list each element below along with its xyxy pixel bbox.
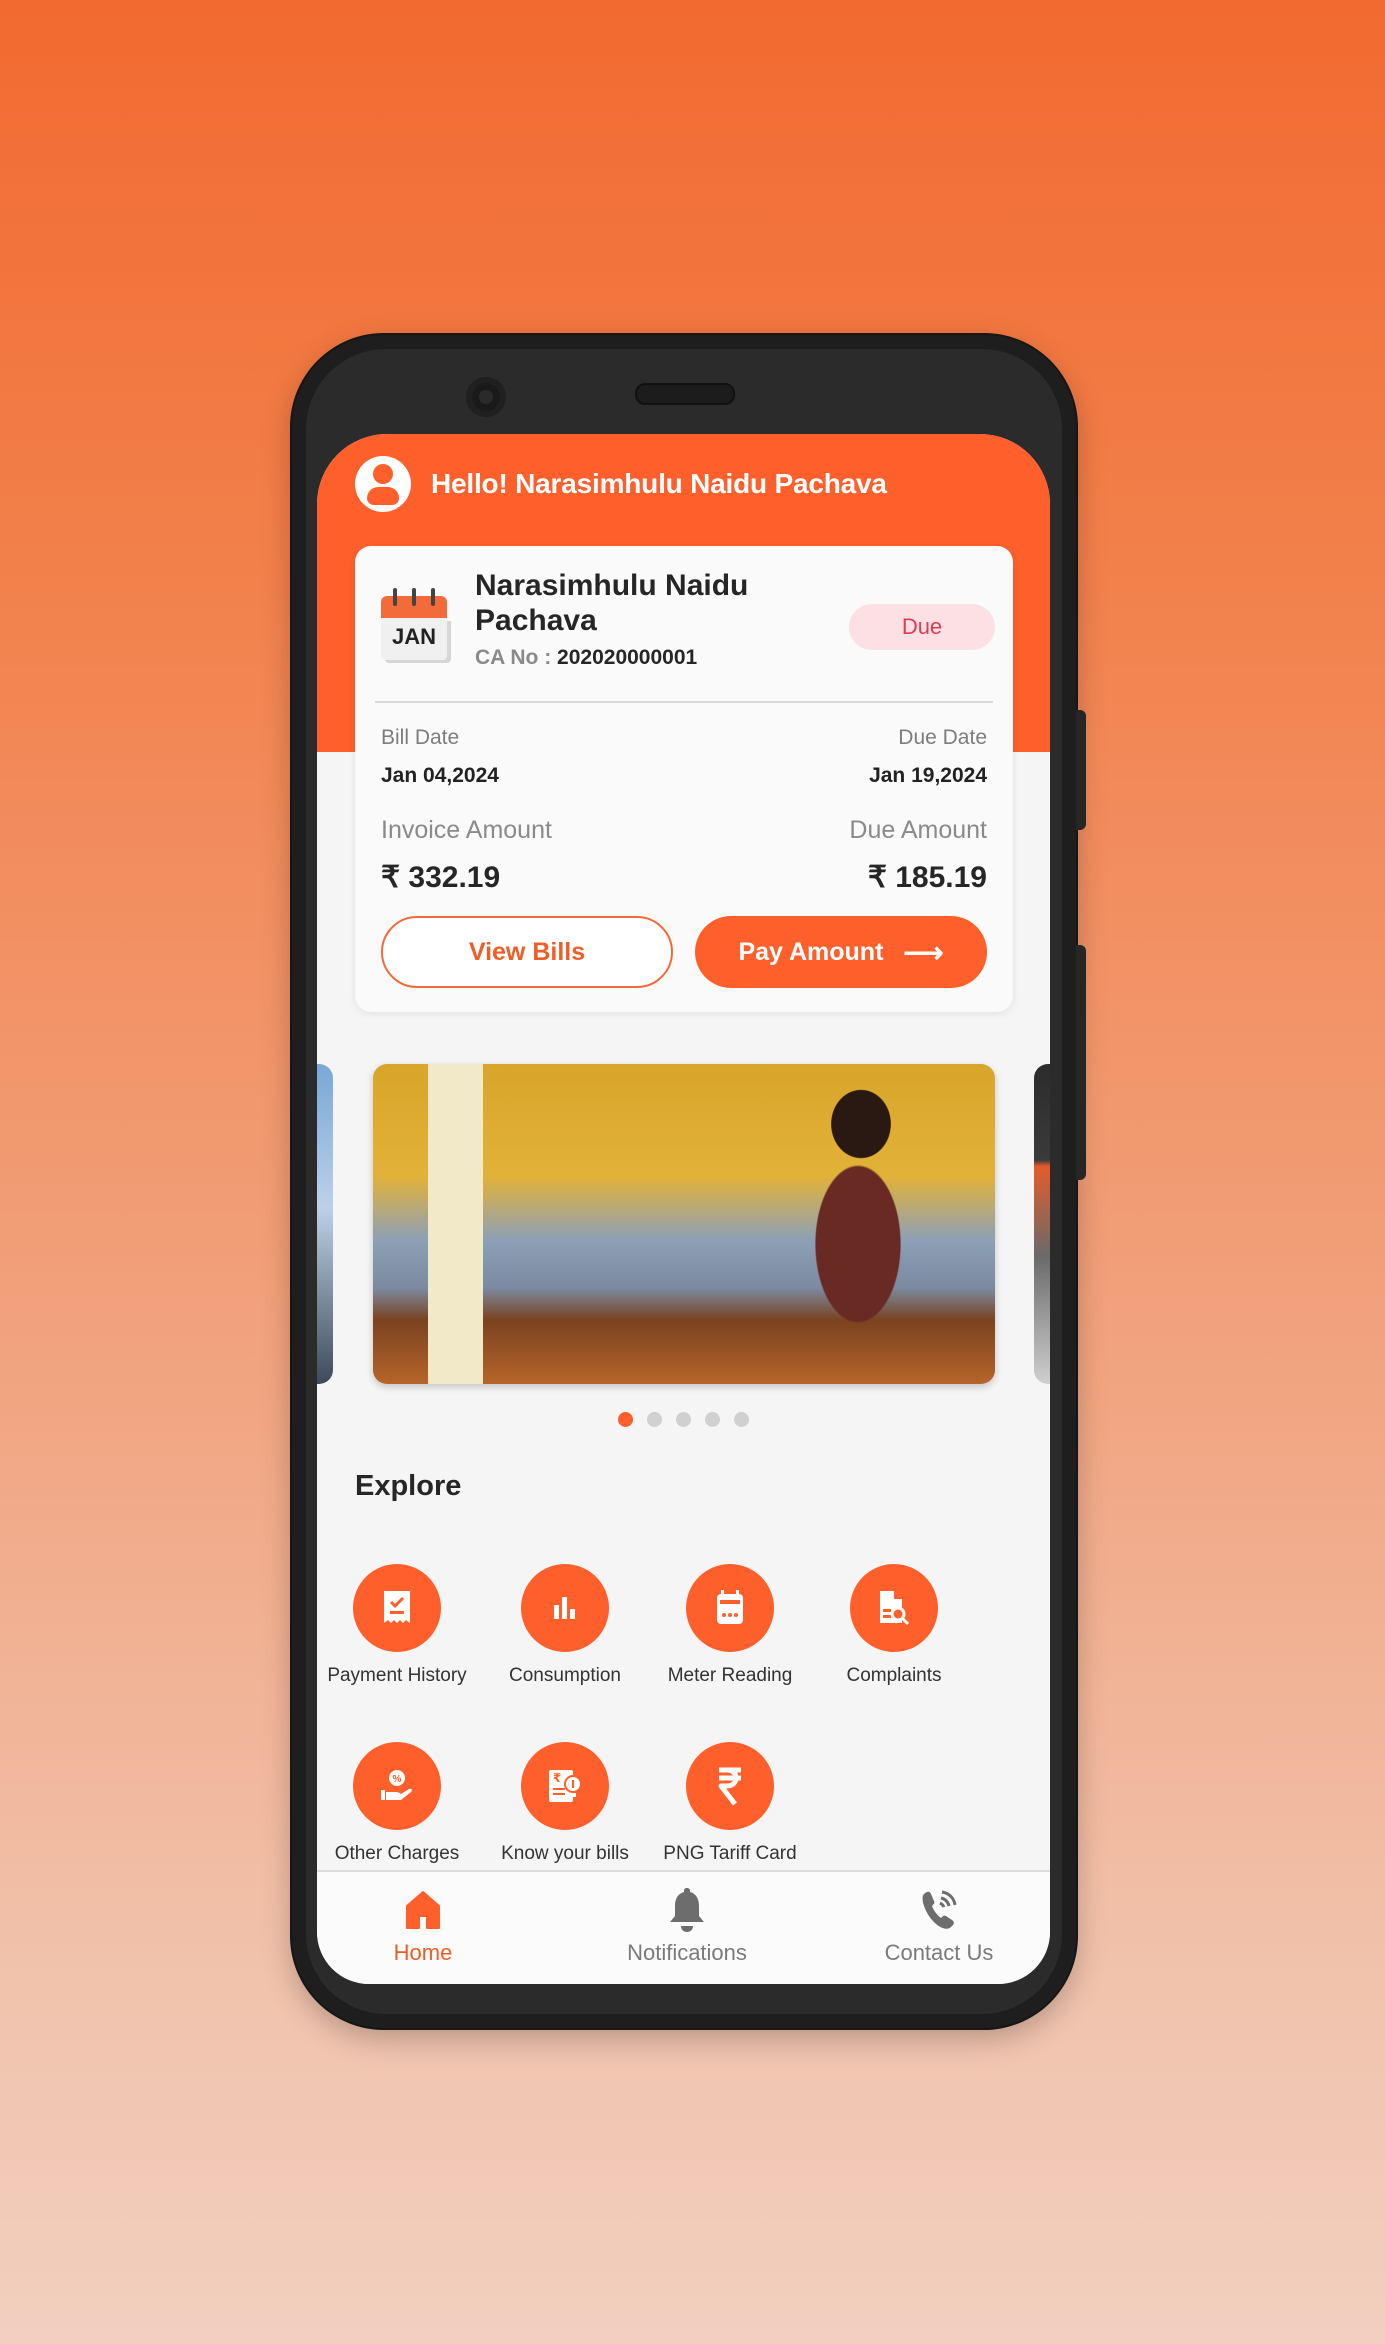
view-bills-button[interactable]: View Bills	[381, 916, 673, 988]
explore-item-complaints[interactable]: Complaints	[812, 1564, 976, 1687]
invoice-amount-label: Invoice Amount	[381, 816, 552, 844]
bill-date-value: Jan 04,2024	[381, 764, 499, 787]
bill-summary-card: JAN Narasimhulu Naidu Pachava CA No : 20…	[355, 546, 1013, 1012]
explore-item-consumption[interactable]: Consumption	[483, 1564, 647, 1687]
due-amount-value: ₹ 185.19	[867, 861, 987, 894]
nav-contact-us[interactable]: Contact Us	[839, 1884, 1039, 1966]
due-date-label: Due Date	[898, 726, 987, 749]
bottom-navigation: Home Notifications Contact Us	[317, 1870, 1050, 1984]
phone-call-icon	[839, 1884, 1039, 1936]
promo-carousel[interactable]	[317, 1064, 1050, 1384]
nav-notifications[interactable]: Notifications	[587, 1884, 787, 1966]
nav-home[interactable]: Home	[323, 1884, 523, 1966]
view-bills-label: View Bills	[468, 937, 586, 966]
greeting-text: Hello! Narasimhulu Naidu Pachava	[431, 468, 887, 499]
carousel-dot[interactable]	[618, 1412, 633, 1427]
ca-number: 202020000001	[557, 646, 698, 669]
explore-heading: Explore	[355, 1470, 462, 1502]
meter-icon	[686, 1564, 774, 1652]
carousel-dot[interactable]	[676, 1412, 691, 1427]
app-screen: Hello! Narasimhulu Naidu Pachava JAN Nar…	[317, 434, 1050, 1984]
carousel-dot[interactable]	[705, 1412, 720, 1427]
explore-item-payment-history[interactable]: Payment History	[317, 1564, 479, 1687]
earpiece-speaker	[635, 383, 735, 405]
carousel-slide-previous[interactable]	[317, 1064, 333, 1384]
pay-amount-button[interactable]: Pay Amount ⟶	[695, 916, 987, 988]
carousel-dot[interactable]	[647, 1412, 662, 1427]
explore-item-label: Know your bills	[501, 1843, 629, 1864]
front-camera	[466, 377, 506, 417]
customer-name: Narasimhulu Naidu Pachava	[475, 569, 749, 637]
greeting-bar: Hello! Narasimhulu Naidu Pachava	[355, 454, 887, 514]
invoice-amount-value: ₹ 332.19	[381, 861, 501, 894]
due-date-value: Jan 19,2024	[869, 764, 987, 787]
explore-item-label: Consumption	[509, 1665, 621, 1686]
carousel-slide-next[interactable]	[1034, 1064, 1050, 1384]
pay-amount-label: Pay Amount	[738, 937, 884, 966]
nav-label: Notifications	[627, 1940, 747, 1965]
hand-percent-icon: %	[353, 1742, 441, 1830]
nav-label: Contact Us	[884, 1940, 994, 1965]
bill-bulb-icon: ₹	[521, 1742, 609, 1830]
power-button	[1076, 710, 1086, 830]
bill-date-label: Bill Date	[381, 726, 460, 749]
calendar-icon: JAN	[381, 588, 453, 662]
explore-item-know-your-bills[interactable]: ₹ Know your bills	[483, 1742, 647, 1865]
explore-item-label: Complaints	[846, 1665, 942, 1686]
receipt-check-icon	[353, 1564, 441, 1652]
explore-item-label: Payment History	[327, 1665, 467, 1686]
status-badge: Due	[849, 604, 995, 650]
explore-item-other-charges[interactable]: % Other Charges	[317, 1742, 479, 1865]
calendar-month: JAN	[391, 624, 436, 649]
carousel-indicator	[317, 1412, 1050, 1427]
ca-label: CA No :	[475, 646, 558, 669]
bell-icon	[587, 1884, 787, 1936]
svg-text:%: %	[393, 1774, 402, 1785]
nav-label: Home	[393, 1940, 453, 1965]
ca-number-row: CA No : 202020000001	[475, 646, 697, 670]
card-divider	[375, 701, 993, 703]
explore-item-label: PNG Tariff Card	[663, 1843, 797, 1864]
rupee-icon	[686, 1742, 774, 1830]
document-search-icon	[850, 1564, 938, 1652]
due-amount-label: Due Amount	[849, 816, 987, 844]
explore-item-label: Meter Reading	[667, 1665, 793, 1686]
svg-text:₹: ₹	[553, 1771, 561, 1785]
user-avatar-icon[interactable]	[355, 456, 411, 512]
explore-item-meter-reading[interactable]: Meter Reading	[648, 1564, 812, 1687]
explore-item-png-tariff-card[interactable]: PNG Tariff Card	[648, 1742, 812, 1865]
arrow-right-icon: ⟶	[903, 936, 944, 968]
carousel-slide-current[interactable]	[373, 1064, 995, 1384]
home-icon	[323, 1884, 523, 1936]
volume-button	[1076, 945, 1086, 1180]
carousel-dot[interactable]	[734, 1412, 749, 1427]
explore-item-label: Other Charges	[334, 1843, 460, 1864]
bar-chart-icon	[521, 1564, 609, 1652]
